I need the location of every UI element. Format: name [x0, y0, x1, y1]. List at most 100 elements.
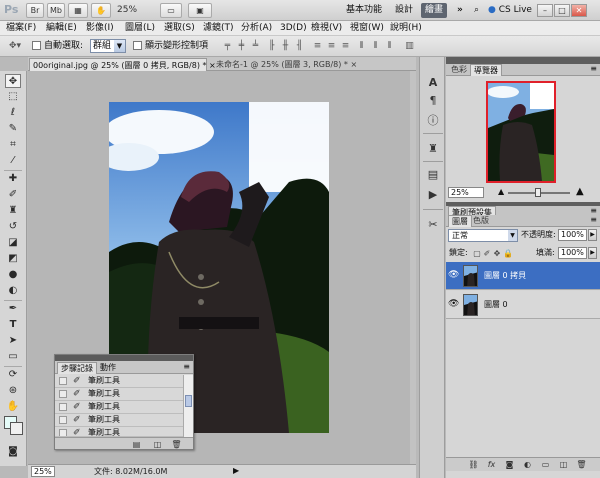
trash-icon[interactable]: 🗑 — [171, 439, 182, 450]
menu-layer[interactable]: 圖層(L) — [125, 22, 155, 35]
clone-stamp-tool-icon[interactable]: ♜ — [5, 204, 21, 218]
panel-menu-icon[interactable]: ≡ — [590, 64, 597, 73]
screen-mode-icon[interactable]: ▣ — [188, 3, 212, 18]
search-icon[interactable]: ⌕ — [470, 3, 483, 18]
quick-select-tool-icon[interactable]: ✎ — [5, 122, 21, 136]
align-left-icon[interactable]: ╟ — [266, 41, 277, 51]
arrange-documents-icon[interactable]: ▭ — [160, 3, 182, 18]
fill-slider-arrow-icon[interactable]: ▶ — [588, 247, 597, 259]
trash-icon[interactable]: 🗑 — [576, 459, 587, 470]
history-snapshot-checkbox[interactable] — [59, 416, 67, 424]
paragraph-icon[interactable]: ¶ — [425, 93, 441, 109]
more-workspaces-button[interactable]: » — [453, 3, 467, 18]
new-layer-icon[interactable]: ◫ — [558, 459, 569, 470]
opacity-field[interactable]: 100% — [558, 229, 587, 241]
history-step[interactable]: ✐ 筆刷工具 — [55, 388, 183, 401]
menu-view[interactable]: 檢視(V) — [311, 22, 342, 35]
opacity-slider-arrow-icon[interactable]: ▶ — [588, 229, 597, 241]
restore-button[interactable]: □ — [554, 4, 570, 17]
new-snapshot-icon[interactable]: ◫ — [152, 439, 163, 450]
tab-channels[interactable]: 色版 — [470, 215, 492, 227]
panel-menu-icon[interactable]: ≡ — [590, 215, 597, 224]
shape-tool-icon[interactable]: ▭ — [5, 350, 21, 364]
fill-field[interactable]: 100% — [558, 247, 587, 259]
mini-bridge-button[interactable]: Mb — [47, 3, 65, 18]
marquee-tool-icon[interactable]: ⬚ — [5, 90, 21, 104]
minimize-button[interactable]: – — [537, 4, 553, 17]
blend-mode-dropdown[interactable]: 正常 ▼ — [448, 229, 518, 242]
info-icon[interactable]: ⓘ — [425, 113, 441, 129]
menu-filter[interactable]: 濾鏡(T) — [203, 22, 234, 35]
eraser-tool-icon[interactable]: ◪ — [5, 236, 21, 250]
close-button[interactable]: ✕ — [571, 4, 587, 17]
pen-tool-icon[interactable]: ✒ — [5, 302, 21, 316]
menu-file[interactable]: 檔案(F) — [6, 22, 36, 35]
history-step[interactable]: ✐ 筆刷工具 — [55, 427, 183, 437]
history-snapshot-checkbox[interactable] — [59, 403, 67, 411]
tab-navigator[interactable]: 導覽器 — [470, 64, 502, 76]
view-extras-icon[interactable]: ▦ — [68, 3, 88, 18]
zoom-out-icon[interactable]: ▲ — [498, 187, 504, 196]
layer-mask-icon[interactable]: ◙ — [504, 459, 515, 470]
dodge-tool-icon[interactable]: ◐ — [5, 284, 21, 298]
lock-image-icon[interactable]: ✐ — [483, 249, 491, 258]
crop-tool-icon[interactable]: ⌗ — [5, 138, 21, 152]
distribute-left-icon[interactable]: ⦀ — [356, 41, 367, 51]
navigator-zoom-slider-handle[interactable] — [535, 188, 541, 197]
brush-tool-icon[interactable]: ✐ — [5, 188, 21, 202]
menu-select[interactable]: 選取(S) — [164, 22, 195, 35]
document-tab-inactive[interactable]: 未命名-1 @ 25% (圖層 3, RGB/8) * × — [213, 58, 383, 71]
lock-transparency-icon[interactable]: ▢ — [473, 249, 481, 258]
layer-row[interactable]: 👁 圖層 0 — [446, 291, 600, 319]
menu-help[interactable]: 說明(H) — [390, 22, 422, 35]
history-snapshot-checkbox[interactable] — [59, 429, 67, 436]
tab-actions[interactable]: 動作 — [97, 362, 119, 374]
workspace-basic-button[interactable]: 基本功能 — [342, 3, 386, 18]
bridge-button[interactable]: Br — [26, 3, 44, 18]
3d-rotate-tool-icon[interactable]: ⟳ — [5, 368, 21, 382]
auto-select-dropdown[interactable]: 群組 ▼ — [90, 39, 126, 53]
navigator-zoom-field[interactable]: 25% — [448, 187, 484, 198]
history-snapshot-checkbox[interactable] — [59, 377, 67, 385]
history-step[interactable]: ✐ 筆刷工具 — [55, 401, 183, 414]
type-tool-icon[interactable]: T — [5, 318, 21, 332]
history-icon[interactable]: ▤ — [425, 167, 441, 183]
history-brush-tool-icon[interactable]: ↺ — [5, 220, 21, 234]
layer-name[interactable]: 圖層 0 — [484, 299, 508, 311]
path-select-tool-icon[interactable]: ➤ — [5, 334, 21, 348]
menu-3d[interactable]: 3D(D) — [280, 22, 307, 35]
menu-window[interactable]: 視窗(W) — [350, 22, 384, 35]
status-zoom-field[interactable]: 25% — [31, 466, 55, 477]
panel-menu-icon[interactable]: ≡ — [590, 206, 597, 215]
new-document-from-state-icon[interactable]: ▤ — [131, 439, 142, 450]
history-scrollbar[interactable] — [183, 375, 193, 437]
workspace-paint-button[interactable]: 繪畫 — [421, 3, 448, 18]
cs-live-button[interactable]: ● CS Live — [484, 3, 536, 18]
workspace-design-button[interactable]: 設計 — [391, 3, 417, 18]
menu-analysis[interactable]: 分析(A) — [241, 22, 272, 35]
lock-all-icon[interactable]: 🔒 — [503, 249, 513, 258]
layer-name[interactable]: 圖層 0 拷貝 — [484, 270, 526, 282]
align-hcenter-icon[interactable]: ╫ — [280, 41, 291, 51]
character-icon[interactable]: A — [425, 75, 441, 91]
history-step[interactable]: ✐ 筆刷工具 — [55, 414, 183, 427]
actions-icon[interactable]: ▶ — [425, 187, 441, 203]
distribute-right-icon[interactable]: ⦀ — [384, 41, 395, 51]
auto-align-icon[interactable]: ▥ — [404, 41, 415, 51]
quick-mask-icon[interactable]: ◙ — [5, 445, 21, 459]
eye-icon[interactable]: 👁 — [448, 270, 459, 281]
tab-color[interactable]: 色彩 — [448, 64, 470, 76]
lasso-tool-icon[interactable]: ℓ — [5, 106, 21, 120]
status-menu-arrow-icon[interactable]: ▶ — [233, 466, 239, 475]
menu-image[interactable]: 影像(I) — [86, 22, 114, 35]
align-vcenter-icon[interactable]: ╪ — [236, 41, 247, 51]
show-transform-checkbox[interactable] — [133, 41, 142, 50]
tab-layers[interactable]: 圖層 — [448, 215, 472, 227]
align-right-icon[interactable]: ╢ — [294, 41, 305, 51]
layer-row[interactable]: 👁 圖層 0 拷貝 — [446, 262, 600, 290]
distribute-bottom-icon[interactable]: ≡ — [340, 41, 351, 51]
distribute-hcenter-icon[interactable]: ⦀ — [370, 41, 381, 51]
paint-bucket-tool-icon[interactable]: ◩ — [5, 252, 21, 266]
background-color-swatch[interactable] — [10, 422, 23, 435]
3d-camera-tool-icon[interactable]: ⊛ — [5, 384, 21, 398]
